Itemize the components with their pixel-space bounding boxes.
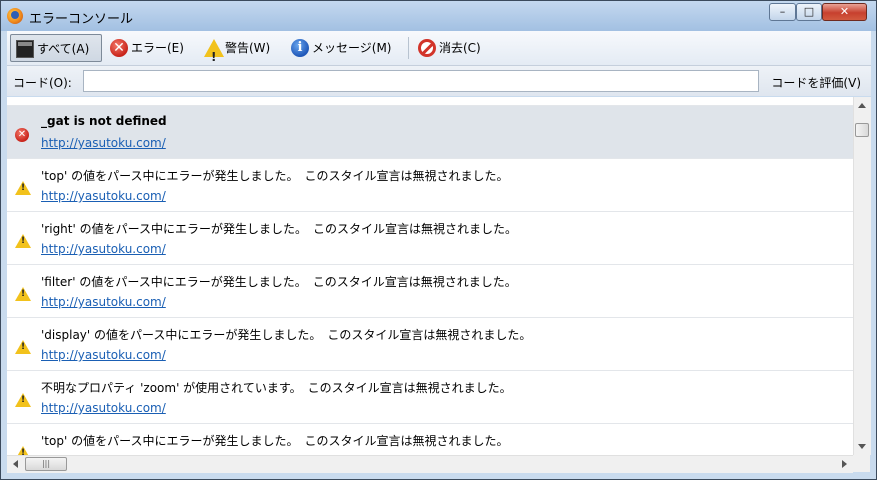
scroll-down-arrow-icon[interactable] <box>858 444 866 449</box>
warning-icon: ! <box>15 393 31 407</box>
title-bar[interactable]: エラーコンソール – □ ✕ <box>1 1 876 31</box>
list-item[interactable]: ! 'filter' の値をパース中にエラーが発生しました。 このスタイル宣言は無… <box>7 265 853 318</box>
entry-message: _gat is not defined <box>41 114 167 128</box>
scroll-up-arrow-icon[interactable] <box>858 103 866 108</box>
console-toolbar: すべて(A) ✕ エラー(E) ! 警告(W) i メッセージ(M) 消去(C) <box>7 31 871 66</box>
close-button[interactable]: ✕ <box>822 3 867 21</box>
minimize-button[interactable]: – <box>769 3 796 21</box>
error-console-window: エラーコンソール – □ ✕ すべて(A) ✕ エラー(E) ! 警告(W) i… <box>0 0 877 480</box>
list-item[interactable]: ✕ _gat is not defined http://yasutoku.com/ <box>7 106 853 159</box>
filter-warning-label: 警告(W) <box>225 41 271 55</box>
clear-button[interactable]: 消去(C) <box>413 34 495 62</box>
filter-message-label: メッセージ(M) <box>312 41 392 55</box>
console-icon <box>16 40 34 58</box>
list-item-partial <box>7 97 853 106</box>
filter-all-label: すべて(A) <box>37 42 90 56</box>
resize-grip[interactable] <box>853 455 870 472</box>
entry-message: 'top' の値をパース中にエラーが発生しました。 このスタイル宣言は無視されま… <box>41 434 509 448</box>
clear-label: 消去(C) <box>439 41 481 55</box>
evaluate-code-button[interactable]: コードを評価(V) <box>771 74 861 91</box>
code-input[interactable] <box>83 70 759 92</box>
horizontal-scroll-thumb[interactable]: ||| <box>25 457 67 471</box>
list-item[interactable]: ! 'right' の値をパース中にエラーが発生しました。 このスタイル宣言は無視… <box>7 212 853 265</box>
entry-source-link[interactable]: http://yasutoku.com/ <box>41 348 166 362</box>
list-item[interactable]: ! 'top' の値をパース中にエラーが発生しました。 このスタイル宣言は無視され… <box>7 424 853 455</box>
warning-icon: ! <box>15 234 31 248</box>
vertical-scrollbar[interactable] <box>853 97 871 455</box>
entry-message: 'top' の値をパース中にエラーが発生しました。 このスタイル宣言は無視されま… <box>41 169 509 183</box>
horizontal-scrollbar[interactable]: ||| <box>7 455 853 473</box>
entry-message: 'right' の値をパース中にエラーが発生しました。 このスタイル宣言は無視さ… <box>41 222 518 236</box>
scroll-left-arrow-icon[interactable] <box>13 460 18 468</box>
warning-icon: ! <box>15 446 31 455</box>
entry-message: 不明なプロパティ 'zoom' が使用されています。 このスタイル宣言は無視され… <box>41 381 512 395</box>
list-item[interactable]: ! 'display' の値をパース中にエラーが発生しました。 このスタイル宣言は… <box>7 318 853 371</box>
entry-source-link[interactable]: http://yasutoku.com/ <box>41 189 166 203</box>
entry-message: 'filter' の値をパース中にエラーが発生しました。 このスタイル宣言は無視… <box>41 275 517 289</box>
toolbar-separator <box>408 37 409 59</box>
entry-source-link[interactable]: http://yasutoku.com/ <box>41 136 166 150</box>
list-item[interactable]: ! 'top' の値をパース中にエラーが発生しました。 このスタイル宣言は無視され… <box>7 159 853 212</box>
warning-icon: ! <box>15 287 31 301</box>
warning-icon: ! <box>15 340 31 354</box>
filter-all-button[interactable]: すべて(A) <box>10 34 102 62</box>
entry-source-link[interactable]: http://yasutoku.com/ <box>41 242 166 256</box>
entry-source-link[interactable]: http://yasutoku.com/ <box>41 295 166 309</box>
no-entry-icon <box>418 39 436 57</box>
window-title: エラーコンソール <box>29 12 134 27</box>
message-list[interactable]: ✕ _gat is not defined http://yasutoku.com/… <box>7 97 853 455</box>
scroll-right-arrow-icon[interactable] <box>842 460 847 468</box>
code-label: コード(O): <box>13 76 72 90</box>
filter-error-button[interactable]: ✕ エラー(E) <box>105 34 197 62</box>
code-bar: コード(O): コードを評価(V) <box>7 66 871 96</box>
filter-warning-button[interactable]: ! 警告(W) <box>199 34 281 64</box>
entry-source-link[interactable]: http://yasutoku.com/ <box>41 401 166 415</box>
vertical-scroll-thumb[interactable] <box>855 123 869 137</box>
error-icon: ✕ <box>15 128 29 142</box>
error-icon: ✕ <box>110 39 128 57</box>
warning-icon: ! <box>15 181 31 195</box>
entry-message: 'display' の値をパース中にエラーが発生しました。 このスタイル宣言は無… <box>41 328 532 342</box>
firefox-icon <box>7 8 23 24</box>
list-item[interactable]: ! 不明なプロパティ 'zoom' が使用されています。 このスタイル宣言は無視さ… <box>7 371 853 424</box>
filter-error-label: エラー(E) <box>131 41 184 55</box>
filter-message-button[interactable]: i メッセージ(M) <box>286 34 401 62</box>
info-icon: i <box>291 39 309 57</box>
maximize-button[interactable]: □ <box>796 3 822 21</box>
